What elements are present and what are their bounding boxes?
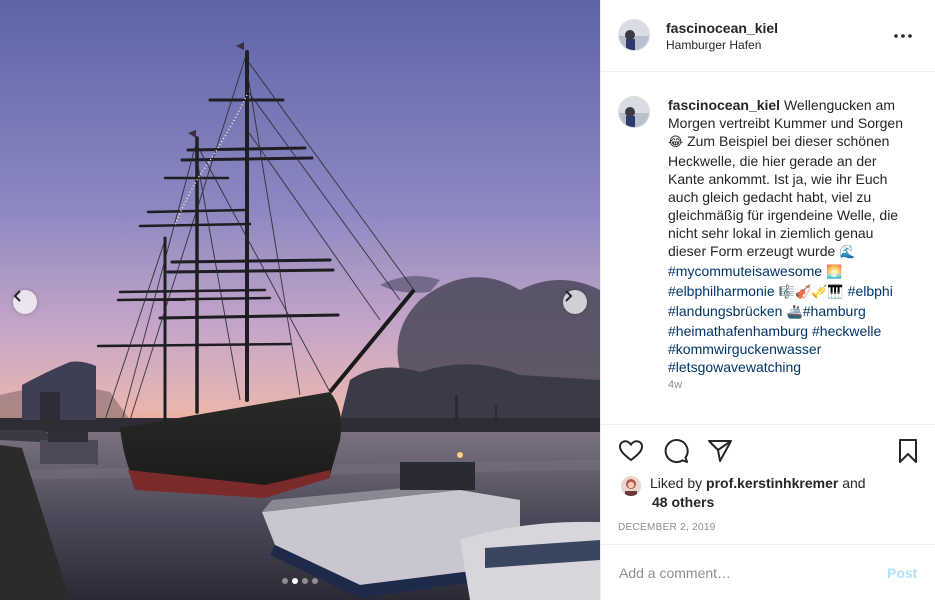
caption-emoji: 🌊 <box>839 245 856 260</box>
carousel-next-button[interactable] <box>563 290 587 314</box>
caption-text: nicht sehr lokal in ziemlich genau <box>668 225 874 241</box>
liked-by-and: and <box>838 475 866 491</box>
caption-text: gleichmäßig für irgendeine Welle, die <box>668 207 899 223</box>
avatar[interactable] <box>618 96 650 128</box>
avatar-image <box>619 20 649 50</box>
caption-text: auch gleich gedacht habt, viel zu <box>668 189 872 205</box>
post-photo[interactable] <box>0 0 600 600</box>
carousel-dot <box>282 578 288 584</box>
hashtag-link[interactable]: #mycommuteisawesome <box>668 263 822 279</box>
share-icon[interactable] <box>707 438 733 464</box>
liker-avatar-image <box>621 476 641 496</box>
post-header: fascinocean_kiel Hamburger Hafen <box>601 0 935 72</box>
liked-by-others[interactable]: 48 others <box>652 494 714 510</box>
hashtag-link[interactable]: #elbphilharmonie <box>668 283 775 299</box>
caption-timestamp[interactable]: 4w <box>668 379 682 391</box>
hashtag-link[interactable]: #hamburg <box>803 303 866 319</box>
post-caption: fascinocean_kiel Wellengucken am Morgen … <box>668 96 923 376</box>
carousel-prev-button[interactable] <box>13 290 37 314</box>
avatar-image <box>619 97 649 127</box>
carousel-indicator <box>282 578 318 584</box>
carousel-dot-active <box>292 578 298 584</box>
hashtag-link[interactable]: #kommwirguckenwasser <box>668 341 821 357</box>
more-options-icon[interactable] <box>891 24 915 48</box>
liked-by-user[interactable]: prof.kerstinhkremer <box>706 475 838 491</box>
post-location[interactable]: Hamburger Hafen <box>666 38 761 52</box>
liker-avatar[interactable] <box>621 476 641 496</box>
caption-text: Wellengucken am <box>783 97 895 113</box>
caption-text: Heckwelle, die hier gerade an der <box>668 153 877 169</box>
post-username[interactable]: fascinocean_kiel <box>666 20 778 36</box>
caption-emoji: 😂 <box>668 135 684 150</box>
carousel-dot <box>302 578 308 584</box>
liked-by-prefix: Liked by <box>650 475 707 491</box>
caption-username[interactable]: fascinocean_kiel <box>668 97 780 113</box>
bookmark-icon[interactable] <box>895 438 921 464</box>
caption-emoji: 🌅 <box>822 265 843 280</box>
caption-emoji: 🚢 <box>782 305 803 320</box>
hashtag-link[interactable]: #heckwelle <box>812 323 881 339</box>
caption-text: Morgen vertreibt Kummer und Sorgen <box>668 115 903 131</box>
ship-harbor-image <box>0 0 600 600</box>
post-side-panel: fascinocean_kiel Hamburger Hafen fascino… <box>600 0 935 600</box>
post-date[interactable]: DECEMBER 2, 2019 <box>618 522 716 533</box>
comments-section: fascinocean_kiel Wellengucken am Morgen … <box>601 72 935 424</box>
post-comment-button[interactable]: Post <box>887 565 917 581</box>
chevron-right-icon <box>565 290 573 302</box>
hashtag-link[interactable]: #elbphi <box>848 283 893 299</box>
caption-text: Zum Beispiel bei dieser schönen <box>683 133 890 149</box>
carousel-dot <box>312 578 318 584</box>
likes-summary: Liked by prof.kerstinhkremer and 48 othe… <box>601 470 935 520</box>
caption-text: Kante ankommt. Ist ja, wie ihr Euch <box>668 171 888 187</box>
add-comment-section: Post <box>601 544 935 600</box>
hashtag-link[interactable]: #letsgowavewatching <box>668 359 801 375</box>
avatar[interactable] <box>618 19 650 51</box>
caption-emoji: 🎼🎻🎺🎹 <box>774 285 848 300</box>
action-bar <box>601 424 935 476</box>
hashtag-link[interactable]: #heimathafenhamburg <box>668 323 808 339</box>
comment-input[interactable] <box>619 561 869 585</box>
heart-icon[interactable] <box>618 438 644 464</box>
caption-text: dieser Form erzeugt wurde <box>668 243 840 259</box>
liked-by-line: Liked by prof.kerstinhkremer and <box>650 475 866 491</box>
chevron-left-icon <box>13 290 21 302</box>
hashtag-link[interactable]: #landungsbrücken <box>668 303 782 319</box>
comment-icon[interactable] <box>663 438 689 464</box>
